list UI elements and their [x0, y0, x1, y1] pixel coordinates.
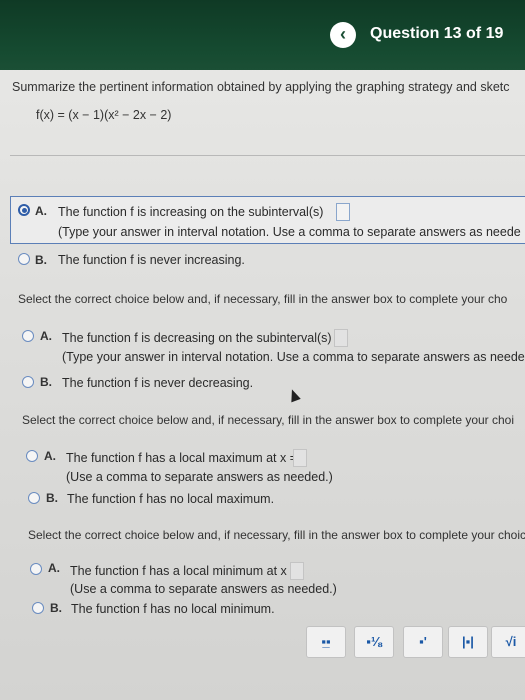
choice-letter: B. — [46, 491, 58, 505]
radio-local-max-b[interactable] — [28, 492, 40, 504]
fraction-icon: ▪̲▪ — [321, 634, 331, 649]
absolute-value-button[interactable]: |▪| — [448, 626, 488, 658]
chevron-left-icon: ‹ — [340, 24, 346, 44]
radio-decreasing-a[interactable] — [22, 330, 34, 342]
choice-letter: B. — [40, 375, 52, 389]
choice-text: The function f has no local maximum. — [67, 492, 275, 506]
choice-text: The function f is decreasing on the subi… — [62, 331, 332, 345]
mixed-number-icon: ▪⅛ — [366, 634, 382, 649]
choice-letter: A. — [40, 329, 52, 343]
choice-letter: B. — [50, 601, 62, 615]
choice-letter: B. — [35, 253, 47, 267]
choice-text: The function f is never decreasing. — [62, 376, 254, 390]
radio-local-min-a[interactable] — [30, 563, 42, 575]
radio-decreasing-b[interactable] — [22, 376, 34, 388]
instruction-text: Summarize the pertinent information obta… — [12, 80, 510, 94]
choice-text: The function f is never increasing. — [58, 253, 245, 267]
choice-hint: (Use a comma to separate answers as need… — [70, 582, 337, 596]
divider — [10, 155, 525, 156]
choice-text: The function f has no local minimum. — [71, 602, 275, 616]
select-prompt: Select the correct choice below and, if … — [18, 292, 508, 306]
fraction-button[interactable]: ▪̲▪ — [306, 626, 346, 658]
answer-box-decreasing[interactable] — [334, 329, 348, 347]
function-formula: f(x) = (x − 1)(x² − 2x − 2) — [36, 108, 172, 122]
choice-text: The function f has a local maximum at x … — [66, 451, 298, 465]
choice-text: The function f is increasing on the subi… — [58, 205, 324, 219]
choice-letter: A. — [35, 204, 47, 218]
question-counter: Question 13 of 19 — [370, 25, 504, 42]
header-bar: ‹ Question 13 of 19 — [0, 0, 525, 70]
square-root-icon: √i — [505, 634, 517, 649]
mouse-pointer-icon — [287, 387, 301, 403]
radio-local-max-a[interactable] — [26, 450, 38, 462]
choice-letter: A. — [48, 561, 60, 575]
answer-box-local-max[interactable] — [293, 449, 307, 467]
choice-hint: (Use a comma to separate answers as need… — [66, 470, 333, 484]
select-prompt: Select the correct choice below and, if … — [22, 413, 515, 427]
absolute-value-icon: |▪| — [462, 634, 474, 649]
exponent-button[interactable]: ▪' — [403, 626, 443, 658]
mixed-number-button[interactable]: ▪⅛ — [354, 626, 394, 658]
answer-box-local-min[interactable] — [290, 562, 304, 580]
choice-hint: (Type your answer in interval notation. … — [58, 225, 521, 239]
answer-box-increasing[interactable] — [336, 203, 350, 221]
choice-text: The function f has a local minimum at x … — [70, 564, 298, 578]
exponent-icon: ▪' — [419, 634, 427, 649]
select-prompt: Select the correct choice below and, if … — [28, 528, 525, 542]
choice-letter: A. — [44, 449, 56, 463]
radio-increasing-b[interactable] — [18, 253, 30, 265]
back-button[interactable]: ‹ — [330, 22, 356, 48]
radio-increasing-a[interactable] — [18, 204, 30, 216]
page: ‹ Question 13 of 19 Summarize the pertin… — [0, 0, 525, 700]
radio-local-min-b[interactable] — [32, 602, 44, 614]
choice-hint: (Type your answer in interval notation. … — [62, 350, 525, 364]
square-root-button[interactable]: √i — [491, 626, 525, 658]
